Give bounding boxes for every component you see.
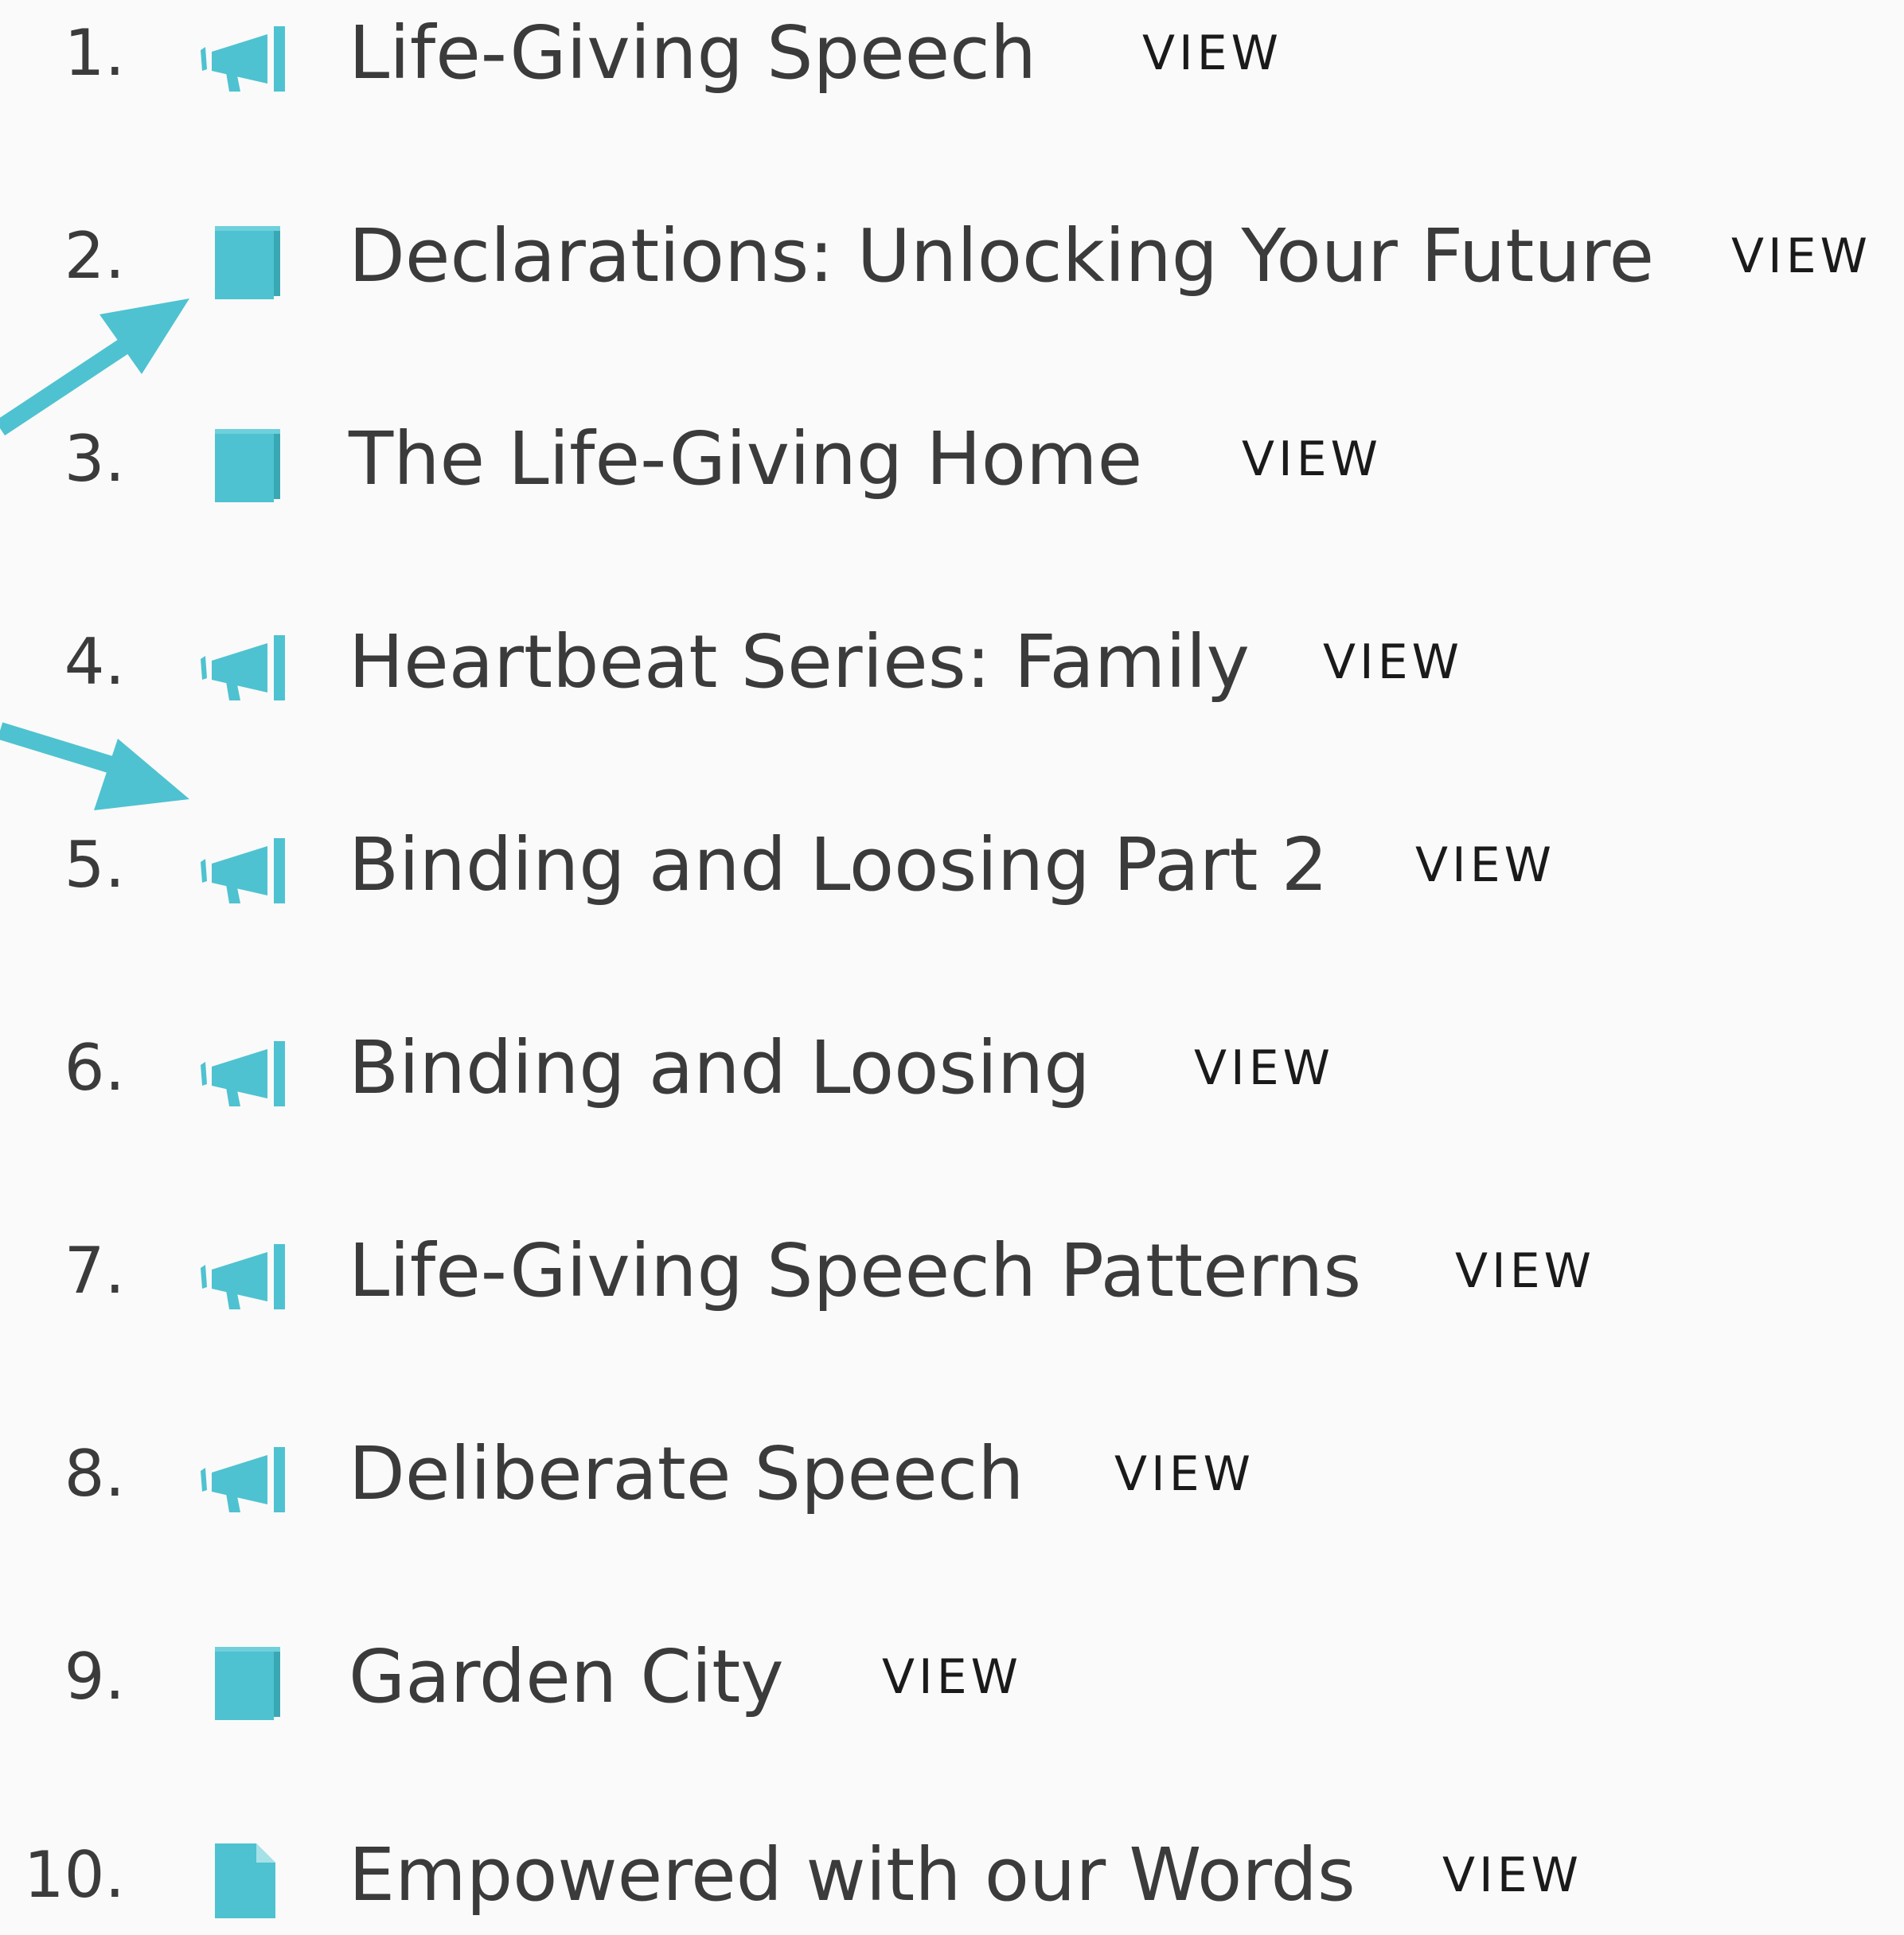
item-title[interactable]: Heartbeat Series: Family [349,603,1250,722]
megaphone-icon [201,26,285,92]
item-title[interactable]: Garden City [349,1617,784,1737]
view-button[interactable]: VIEW [1455,1211,1595,1331]
item-title[interactable]: The Life-Giving Home [349,400,1142,519]
list-item: 5. Binding and Loosing Part 2 VIEW [0,806,1904,925]
megaphone-icon [201,1447,285,1512]
item-title[interactable]: Declarations: Unlocking Your Future [349,197,1654,316]
book-icon [215,429,280,502]
megaphone-icon [201,635,285,700]
item-number: 10. [23,1838,125,1912]
item-number: 1. [64,16,125,90]
view-button[interactable]: VIEW [1442,1816,1582,1935]
document-icon [215,1843,275,1918]
item-title[interactable]: Life-Giving Speech [349,0,1036,113]
view-button[interactable]: VIEW [1323,603,1463,722]
view-button[interactable]: VIEW [1731,197,1871,316]
view-button[interactable]: VIEW [882,1617,1022,1737]
item-number: 7. [64,1234,125,1308]
list-item: 4. Heartbeat Series: Family VIEW [0,603,1904,722]
item-number: 3. [64,422,125,496]
list-item: 3. The Life-Giving Home VIEW [0,400,1904,519]
megaphone-icon [201,1041,285,1106]
item-title[interactable]: Binding and Loosing Part 2 [349,806,1328,925]
list-item: 2. Declarations: Unlocking Your Future V… [0,197,1904,316]
view-button[interactable]: VIEW [1415,806,1555,925]
item-number: 9. [64,1640,125,1714]
view-button[interactable]: VIEW [1242,400,1382,519]
list-item: 8. Deliberate Speech VIEW [0,1414,1904,1534]
megaphone-icon [201,838,285,903]
list-item: 6. Binding and Loosing VIEW [0,1008,1904,1128]
view-button[interactable]: VIEW [1114,1414,1254,1534]
book-icon [215,1647,280,1720]
item-number: 4. [64,625,125,699]
item-title[interactable]: Binding and Loosing [349,1008,1091,1128]
item-number: 6. [64,1031,125,1105]
book-icon [215,226,280,299]
list-item: 1. Life-Giving Speech VIEW [0,0,1904,113]
view-button[interactable]: VIEW [1142,0,1282,113]
item-number: 2. [64,219,125,293]
megaphone-icon [201,1244,285,1309]
item-title[interactable]: Life-Giving Speech Patterns [349,1211,1361,1331]
item-number: 8. [64,1437,125,1511]
item-title[interactable]: Deliberate Speech [349,1414,1024,1534]
view-button[interactable]: VIEW [1194,1008,1334,1128]
list-item: 10. Empowered with our Words VIEW [0,1816,1904,1935]
item-title[interactable]: Empowered with our Words [349,1816,1356,1935]
list-item: 9. Garden City VIEW [0,1617,1904,1737]
item-number: 5. [64,828,125,902]
resource-list: 1. Life-Giving Speech VIEW 2. Declaratio… [0,0,1904,1919]
list-item: 7. Life-Giving Speech Patterns VIEW [0,1211,1904,1331]
